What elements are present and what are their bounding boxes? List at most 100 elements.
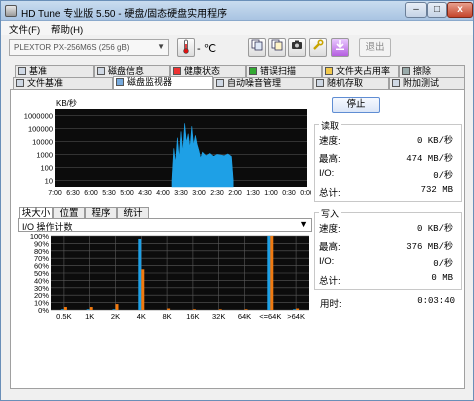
tab-label: 文件基准	[27, 78, 64, 88]
y-axis-unit-label: KB/秒	[56, 98, 77, 108]
tab-label: 自动噪音管理	[227, 78, 282, 88]
copy-info-icon[interactable]	[268, 38, 286, 57]
title-bar[interactable]: HD Tune 专业版 5.50 - 硬盘/固态硬盘实用程序 – □ x	[1, 1, 473, 21]
tab-label: 错误扫描	[260, 66, 297, 76]
x-tick-label: >64K	[287, 312, 305, 321]
disk-info-icon	[97, 67, 105, 75]
x-tick-label: 0.5K	[56, 312, 71, 321]
x-tick-label: 4K	[137, 312, 146, 321]
x-tick-label: 7:00	[48, 190, 62, 197]
tab-random-access[interactable]: 随机存取	[313, 77, 389, 89]
x-tick-label: 2:00	[228, 190, 242, 197]
write-title: 写入	[319, 207, 342, 220]
chevron-down-icon: ▼	[299, 219, 308, 229]
y-tick-label: 1000	[36, 151, 53, 160]
app-window: HD Tune 专业版 5.50 - 硬盘/固态硬盘实用程序 – □ x 文件(…	[0, 0, 474, 401]
temperature-readout: - ℃	[197, 43, 217, 55]
thermometer-icon[interactable]	[177, 38, 195, 57]
monitor-icon	[116, 78, 124, 86]
x-tick-label: 1:30	[246, 190, 260, 197]
tab-erase[interactable]: 擦除	[399, 65, 465, 77]
exit-button[interactable]: 退出	[359, 38, 391, 57]
io-mode-select[interactable]: I/O 操作计数 ▼	[18, 218, 312, 232]
chevron-down-icon: ▼	[157, 42, 165, 51]
transfer-rate-chart: KB/秒 1000000 100000 10000 1000 100 10 7:00 6:30 6…	[15, 97, 314, 200]
random-access-icon	[316, 79, 324, 87]
write-io-bar	[244, 309, 248, 310]
folder-icon	[325, 67, 333, 75]
write-io-value: 0/秒	[433, 259, 453, 269]
x-tick-label: 1:00	[264, 190, 278, 197]
x-tick-label: 6:00	[84, 190, 98, 197]
read-io-value: 0/秒	[433, 171, 453, 181]
minimize-button[interactable]: –	[405, 2, 427, 18]
copy-text-icon[interactable]	[248, 38, 266, 57]
y-tick-label: 1000000	[24, 112, 53, 121]
tab-benchmark[interactable]: 基准	[15, 65, 94, 77]
block-size-svg: 100%90%80%70%60%50%40%30%20%10%0%0.5K 1K 2…	[30, 232, 309, 321]
read-total-label: 总计:	[319, 188, 341, 199]
write-io-bar	[296, 308, 300, 310]
menu-help[interactable]: 帮助(H)	[51, 22, 83, 36]
x-tick-label: 2:30	[210, 190, 224, 197]
maximize-button[interactable]: □	[427, 2, 447, 18]
menu-file[interactable]: 文件(F)	[9, 22, 40, 36]
eraser-icon	[402, 67, 410, 75]
block-size-chart: 100% 90% 80% 70% 60% 50% 40% 30% 20% 10% 0% 0.5K 1K 2…	[15, 232, 313, 325]
drive-select-value: PLEXTOR PX-256M6S (256 gB)	[14, 43, 130, 52]
write-io-label: I/O:	[319, 256, 335, 267]
tab-disk-monitor[interactable]: 磁盘监视器	[113, 76, 213, 89]
tab-extra-tests[interactable]: 附加测试	[389, 77, 465, 89]
file-icon	[16, 79, 24, 87]
tab-label: 附加测试	[403, 78, 440, 88]
options-wrench-icon[interactable]	[309, 38, 327, 57]
elapsed-label: 用时:	[320, 299, 342, 310]
write-io-bar	[115, 304, 119, 310]
x-tick-label: 3:00	[192, 190, 206, 197]
write-io-bar	[89, 307, 93, 310]
tab-label: 磁盘信息	[108, 66, 145, 76]
tab-label: 基准	[29, 66, 48, 76]
write-max-row: 最高: 376 MB/秒	[319, 239, 457, 253]
stop-button[interactable]: 停止	[332, 97, 380, 113]
x-tick-label: 3:30	[174, 190, 188, 197]
write-speed-value: 0 KB/秒	[416, 224, 453, 234]
read-max-value: 474 MB/秒	[406, 154, 453, 164]
read-io-row: I/O: 0/秒	[319, 168, 457, 181]
write-total-row: 总计: 0 MB	[319, 273, 457, 287]
read-io-label: I/O:	[319, 168, 335, 179]
read-max-label: 最高:	[319, 154, 341, 165]
scan-icon	[249, 67, 257, 75]
read-io-bar	[138, 238, 142, 310]
read-io-bar	[267, 236, 271, 310]
read-speed-label: 速度:	[319, 136, 341, 147]
write-total-value: 0 MB	[431, 273, 453, 283]
y-tick-label: 10000	[32, 138, 53, 147]
tab-aam[interactable]: 自动噪音管理	[213, 77, 313, 89]
tab-file-benchmark[interactable]: 文件基准	[13, 77, 113, 89]
x-tick-label: 0:00	[300, 190, 311, 197]
write-io-bar	[192, 309, 196, 310]
write-io-bar	[270, 236, 274, 310]
read-speed-value: 0 KB/秒	[416, 136, 453, 146]
write-max-label: 最高:	[319, 242, 341, 253]
close-button[interactable]: x	[447, 2, 473, 18]
y-tick-label: 100	[40, 164, 53, 173]
drive-select[interactable]: PLEXTOR PX-256M6S (256 gB) ▼	[9, 39, 169, 56]
write-io-bar	[167, 308, 171, 310]
save-download-icon[interactable]	[331, 38, 349, 57]
camera-icon[interactable]	[288, 38, 306, 57]
write-speed-label: 速度:	[319, 224, 341, 235]
tab-label: 磁盘监视器	[127, 77, 173, 87]
read-total-row: 总计: 732 MB	[319, 185, 457, 199]
menu-bar: 文件(F) 帮助(H)	[1, 21, 473, 36]
window-title: HD Tune 专业版 5.50 - 硬盘/固态硬盘实用程序	[21, 9, 228, 20]
speaker-icon	[216, 79, 224, 87]
write-group: 写入 速度: 0 KB/秒 最高: 376 MB/秒 I/O: 0/秒 总计: 0 MB	[314, 207, 462, 290]
transfer-rate-svg: KB/秒1000000 100000 10000 1000 100 10 7:00 6:30 6…	[24, 98, 314, 197]
tab-error-scan[interactable]: 错误扫描	[246, 65, 322, 77]
write-speed-row: 速度: 0 KB/秒	[319, 221, 457, 235]
tab-folder-usage[interactable]: 文件夹占用率	[322, 65, 399, 77]
write-max-value: 376 MB/秒	[406, 242, 453, 252]
read-speed-row: 速度: 0 KB/秒	[319, 133, 457, 147]
